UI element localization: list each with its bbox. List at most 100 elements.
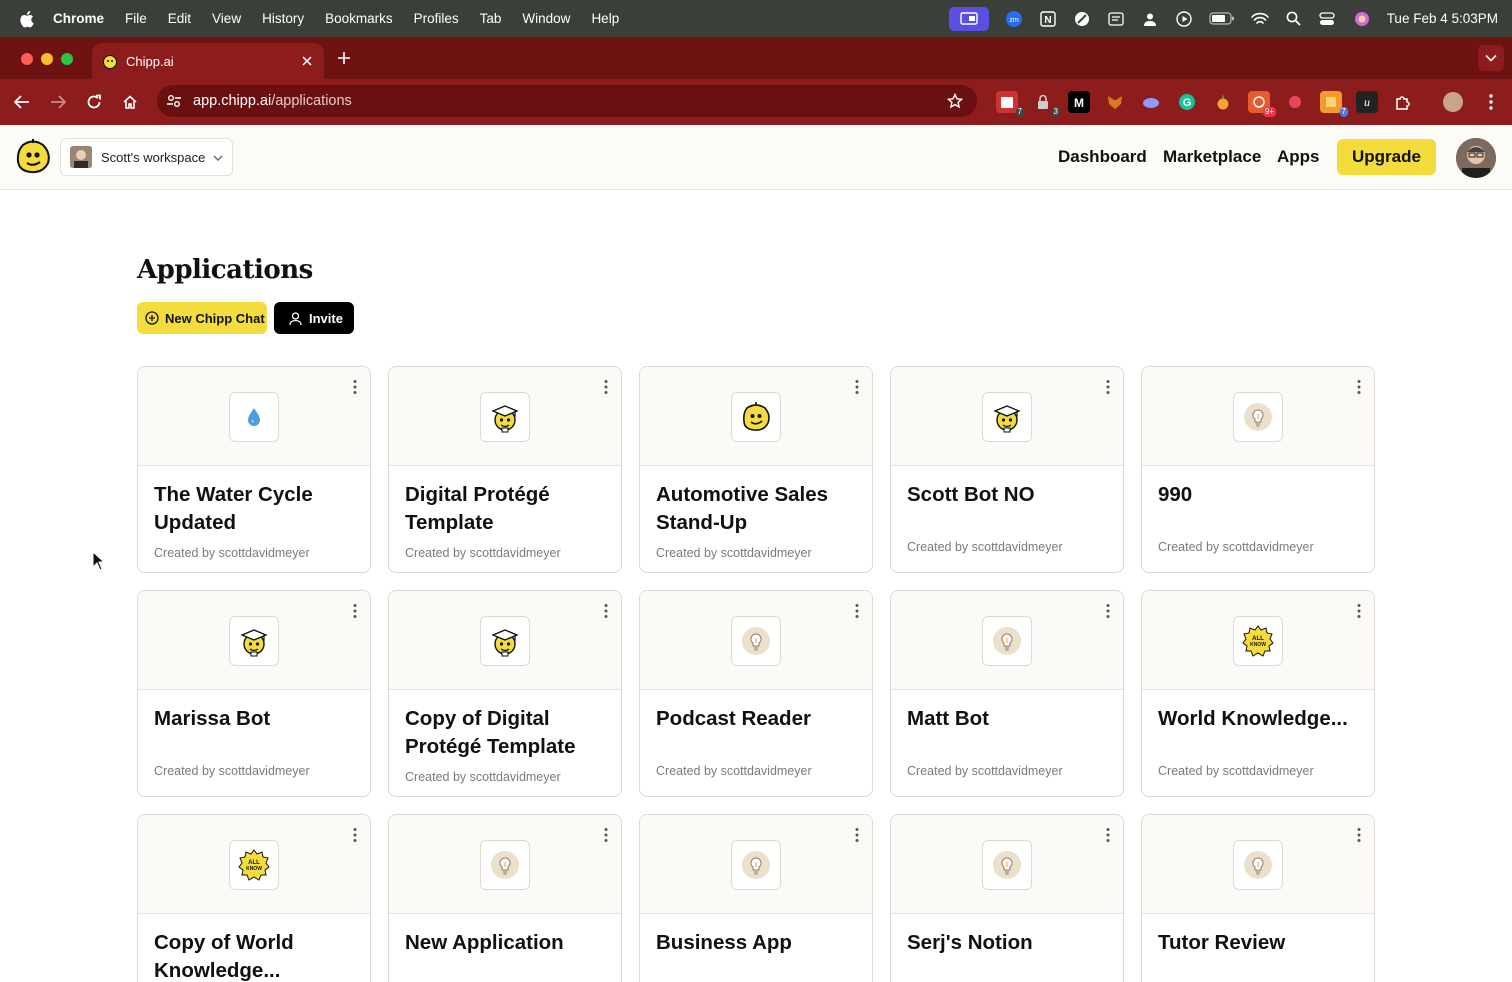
menu-edit[interactable]: Edit	[168, 11, 191, 26]
app-card[interactable]: Business App	[639, 814, 873, 982]
lock-extension-icon[interactable]: 3	[1032, 91, 1060, 117]
chrome-menu-icon[interactable]	[1484, 93, 1498, 111]
menu-file[interactable]: File	[125, 11, 147, 26]
home-icon[interactable]	[121, 93, 139, 111]
siri-icon[interactable]	[1353, 11, 1371, 26]
chipp-logo-icon[interactable]	[15, 139, 51, 175]
all-knowing-badge-icon: ALL KNOW	[229, 840, 279, 890]
cloud-extension-icon[interactable]	[1140, 91, 1162, 113]
menu-tab[interactable]: Tab	[480, 11, 502, 26]
nav-marketplace[interactable]: Marketplace	[1163, 147, 1261, 167]
app-card[interactable]: Copy of Digital Protégé Template Created …	[388, 590, 622, 797]
more-options-icon[interactable]	[352, 379, 358, 395]
user-avatar[interactable]	[1456, 138, 1496, 178]
menu-help[interactable]: Help	[591, 11, 619, 26]
app-card[interactable]: ALL KNOW World Knowledge... Created by scot…	[1141, 590, 1375, 797]
play-circle-icon[interactable]	[1175, 10, 1193, 27]
app-card[interactable]: Podcast Reader Created by scottdavidmeyer	[639, 590, 873, 797]
more-options-icon[interactable]	[1105, 603, 1111, 619]
nav-apps[interactable]: Apps	[1277, 147, 1320, 167]
more-options-icon[interactable]	[603, 827, 609, 843]
menu-window[interactable]: Window	[522, 11, 570, 26]
workspace-switcher[interactable]: Scott's workspace	[60, 138, 233, 176]
more-options-icon[interactable]	[1356, 827, 1362, 843]
menu-bookmarks[interactable]: Bookmarks	[325, 11, 393, 26]
more-options-icon[interactable]	[603, 379, 609, 395]
leaf-icon[interactable]	[1073, 11, 1091, 26]
new-chipp-chat-button[interactable]: New Chipp Chat	[137, 302, 267, 334]
text-lines-icon[interactable]	[1107, 11, 1125, 26]
workspace-name: Scott's workspace	[101, 149, 206, 165]
app-title: Business App	[656, 931, 792, 954]
tab-search-chevron-icon[interactable]	[1478, 45, 1504, 71]
more-options-icon[interactable]	[1356, 603, 1362, 619]
tasks-extension-icon[interactable]: 9+	[1248, 91, 1276, 117]
more-options-icon[interactable]	[1105, 827, 1111, 843]
metamask-extension-icon[interactable]	[1104, 91, 1126, 113]
more-options-icon[interactable]	[1105, 379, 1111, 395]
spotlight-search-icon[interactable]	[1285, 11, 1303, 26]
browser-tab[interactable]: Chipp.ai	[92, 43, 324, 79]
reload-icon[interactable]	[85, 93, 103, 111]
app-card[interactable]: New Application	[388, 814, 622, 982]
menu-view[interactable]: View	[212, 11, 241, 26]
app-card[interactable]: Serj's Notion	[890, 814, 1124, 982]
close-window-button[interactable]	[21, 53, 33, 65]
user-icon[interactable]	[1141, 12, 1159, 26]
close-tab-icon[interactable]	[300, 54, 314, 68]
extension-badge: 9+	[1262, 107, 1276, 117]
app-card[interactable]: Digital Protégé Template Created by scott…	[388, 366, 622, 573]
more-options-icon[interactable]	[1356, 379, 1362, 395]
grammarly-extension-icon[interactable]: G	[1176, 91, 1198, 113]
zoom-window-button[interactable]	[61, 53, 73, 65]
lightbulb-icon	[982, 616, 1032, 666]
menu-chrome[interactable]: Chrome	[53, 11, 104, 26]
forward-arrow-icon[interactable]	[49, 93, 67, 111]
minimize-window-button[interactable]	[41, 53, 53, 65]
app-card-header	[389, 591, 621, 690]
more-options-icon[interactable]	[352, 603, 358, 619]
calendar-extension-icon[interactable]: 7	[996, 91, 1024, 117]
more-options-icon[interactable]	[603, 603, 609, 619]
orange-extension-icon[interactable]: 7	[1320, 91, 1348, 117]
app-card[interactable]: 990 Created by scottdavidmeyer	[1141, 366, 1375, 573]
site-settings-icon[interactable]	[166, 93, 182, 109]
medium-extension-icon[interactable]: M	[1068, 91, 1090, 113]
app-card[interactable]: The Water Cycle Updated Created by scottd…	[137, 366, 371, 573]
battery-icon[interactable]	[1209, 12, 1235, 26]
app-card[interactable]: Tutor Review	[1141, 814, 1375, 982]
profile-avatar[interactable]	[1443, 92, 1463, 112]
screen-share-icon[interactable]	[948, 6, 989, 31]
notion-icon[interactable]: N	[1039, 10, 1057, 27]
app-card-header	[891, 367, 1123, 466]
bookmark-star-icon[interactable]	[946, 92, 964, 109]
rose-extension-icon[interactable]	[1284, 91, 1306, 113]
upgrade-button[interactable]: Upgrade	[1337, 139, 1436, 175]
control-center-icon[interactable]	[1319, 11, 1337, 26]
app-card[interactable]: Matt Bot Created by scottdavidmeyer	[890, 590, 1124, 797]
wifi-icon[interactable]	[1250, 12, 1269, 26]
back-arrow-icon[interactable]	[13, 93, 31, 111]
workspace-avatar	[70, 146, 92, 168]
menu-history[interactable]: History	[262, 11, 304, 26]
more-options-icon[interactable]	[352, 827, 358, 843]
invite-button[interactable]: Invite	[274, 302, 354, 334]
more-options-icon[interactable]	[854, 827, 860, 843]
app-card[interactable]: Automotive Sales Stand-Up Created by scot…	[639, 366, 873, 573]
menu-profiles[interactable]: Profiles	[414, 11, 459, 26]
apple-icon[interactable]	[19, 10, 35, 28]
menubar-clock[interactable]: Tue Feb 4 5:03PM	[1387, 11, 1498, 26]
address-bar[interactable]: app.chipp.ai/applications	[157, 85, 977, 117]
app-card[interactable]: Marissa Bot Created by scottdavidmeyer	[137, 590, 371, 797]
zoom-icon[interactable]: zm	[1005, 10, 1023, 27]
app-card[interactable]: Scott Bot NO Created by scottdavidmeyer	[890, 366, 1124, 573]
chipp-favicon-icon	[102, 53, 118, 69]
more-options-icon[interactable]	[854, 379, 860, 395]
puzzle-extensions-icon[interactable]	[1392, 91, 1414, 113]
new-tab-icon[interactable]	[336, 50, 352, 66]
app-card[interactable]: ALL KNOW Copy of World Knowledge...	[137, 814, 371, 982]
u-extension-icon[interactable]: u	[1356, 91, 1378, 113]
fruit-extension-icon[interactable]	[1212, 91, 1234, 113]
more-options-icon[interactable]	[854, 603, 860, 619]
nav-dashboard[interactable]: Dashboard	[1058, 147, 1147, 167]
